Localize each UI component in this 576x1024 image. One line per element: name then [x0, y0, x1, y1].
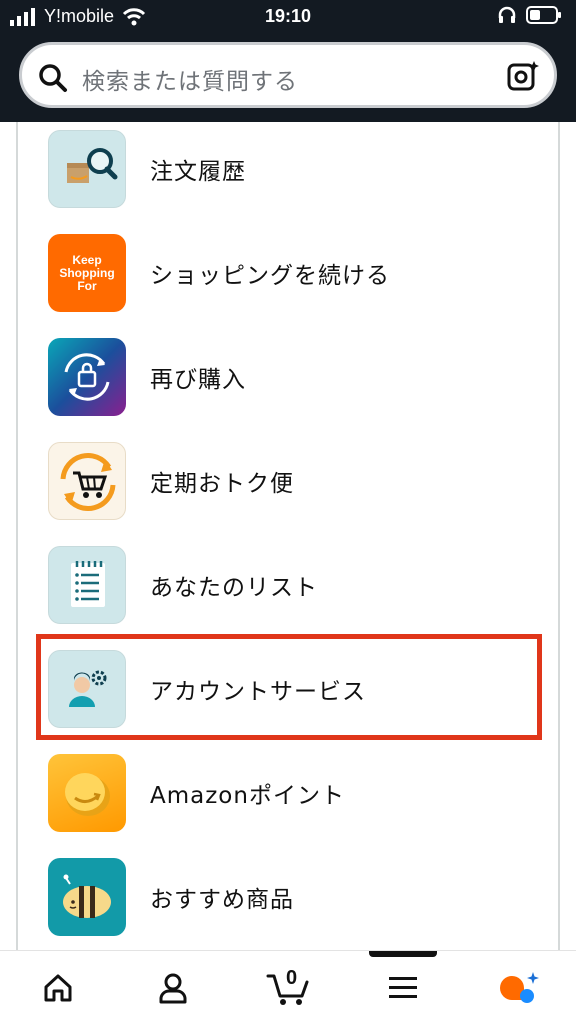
- camera-search-icon[interactable]: [506, 59, 540, 93]
- highlight-frame: [36, 634, 542, 740]
- menu-item-label: あなたのリスト: [150, 575, 318, 601]
- menu-list: 注文履歴 Keep Shopping For ショッピングを続ける 再び購入 定…: [16, 122, 560, 950]
- menu-item-order-history[interactable]: 注文履歴: [18, 122, 558, 226]
- cart-count: 0: [286, 967, 298, 989]
- menu-item-amazon-points[interactable]: Amazonポイント: [18, 746, 558, 850]
- headphones-icon: [498, 6, 516, 23]
- home-icon: [44, 974, 71, 1002]
- menu-item-recommendations[interactable]: おすすめ商品: [18, 850, 558, 950]
- account-icon: [159, 973, 186, 1004]
- tab-cart[interactable]: 0: [230, 951, 345, 1024]
- menu-item-buy-again[interactable]: 再び購入: [18, 330, 558, 434]
- menu-item-subscribe-save[interactable]: 定期おトク便: [18, 434, 558, 538]
- search-input[interactable]: 検索または質問する: [82, 62, 298, 96]
- menu-item-keep-shopping[interactable]: Keep Shopping For ショッピングを続ける: [18, 226, 558, 330]
- menu-item-label: 定期おトク便: [150, 471, 294, 497]
- keep-shopping-icon: Keep Shopping For: [48, 234, 126, 312]
- menu-item-label: Amazonポイント: [150, 783, 345, 809]
- order-history-icon: [48, 130, 126, 208]
- app-header: Y!mobile 19:10 検索または質問する: [0, 0, 576, 122]
- recommendations-icon: [48, 858, 126, 936]
- tab-account[interactable]: [115, 951, 230, 1024]
- status-bar: Y!mobile 19:10: [0, 0, 576, 34]
- clock: 19:10: [264, 6, 312, 26]
- search-bar[interactable]: 検索または質問する: [19, 42, 557, 108]
- tab-home[interactable]: [0, 951, 115, 1024]
- keep-shopping-icon-text: Keep Shopping For: [59, 253, 115, 293]
- menu-item-label: おすすめ商品: [150, 887, 294, 913]
- buy-again-icon: [48, 338, 126, 416]
- tab-menu[interactable]: [345, 951, 460, 1024]
- search-icon: [39, 64, 67, 92]
- subscribe-save-icon: [48, 442, 126, 520]
- status-right: [498, 6, 562, 24]
- menu-item-your-lists[interactable]: あなたのリスト: [18, 538, 558, 642]
- tab-rufus[interactable]: [460, 951, 575, 1024]
- bottom-nav: 0: [0, 950, 576, 1024]
- amazon-points-icon: [48, 754, 126, 832]
- menu-item-label: 注文履歴: [150, 159, 246, 185]
- menu-icon: [388, 977, 417, 998]
- menu-item-label: ショッピングを続ける: [150, 263, 390, 289]
- menu-item-label: 再び購入: [150, 367, 246, 393]
- rufus-icon: [499, 972, 539, 1003]
- your-lists-icon: [48, 546, 126, 624]
- battery-icon: [526, 6, 561, 24]
